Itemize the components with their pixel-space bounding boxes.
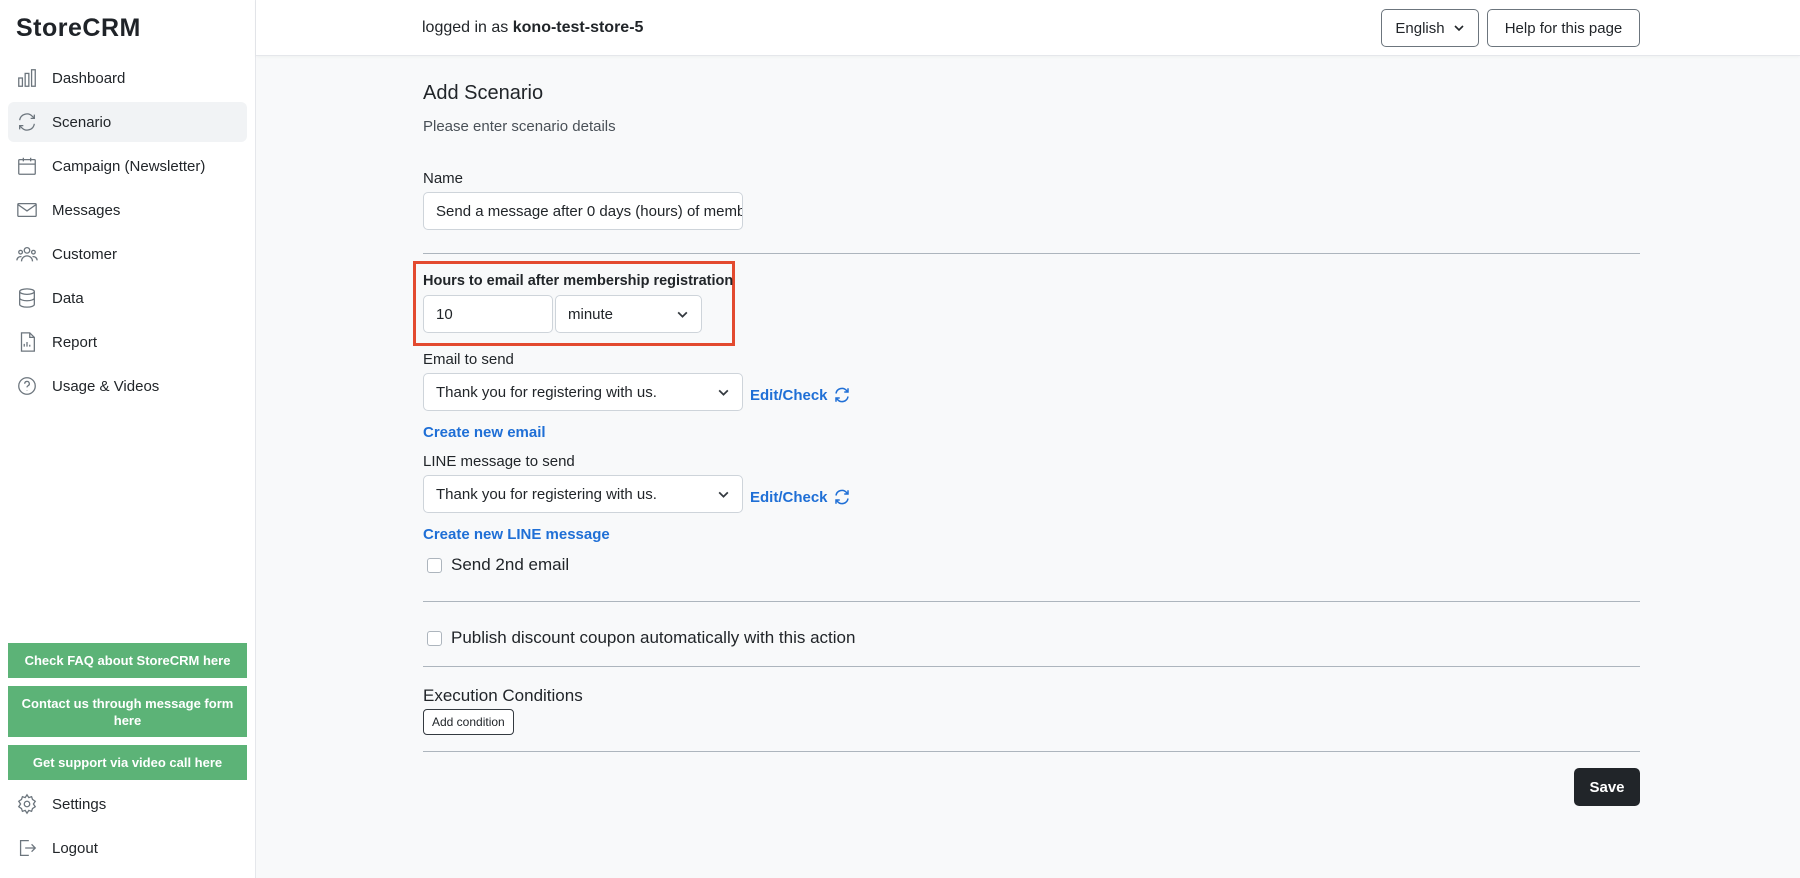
sidebar-item-scenario[interactable]: Scenario (8, 102, 247, 142)
sidebar-item-label: Campaign (Newsletter) (52, 157, 206, 175)
hours-input[interactable]: 10 (423, 295, 553, 333)
email-label: Email to send (423, 351, 514, 368)
logged-in-status: logged in as kono-test-store-5 (422, 19, 643, 37)
coupon-checkbox[interactable] (427, 631, 442, 646)
language-label: English (1395, 19, 1445, 37)
email-select[interactable]: Thank you for registering with us. (423, 373, 743, 411)
add-condition-button[interactable]: Add condition (423, 709, 514, 735)
question-circle-icon (16, 375, 38, 397)
sidebar-item-label: Scenario (52, 113, 112, 131)
username: kono-test-store-5 (512, 19, 644, 36)
sidebar-item-settings[interactable]: Settings (8, 784, 247, 824)
chevron-down-icon (677, 311, 688, 318)
divider (423, 253, 1640, 254)
database-icon (16, 287, 38, 309)
divider (423, 601, 1640, 602)
divider (423, 666, 1640, 667)
calendar-icon (16, 155, 38, 177)
sidebar-item-campaign[interactable]: Campaign (Newsletter) (8, 146, 247, 186)
sidebar-item-messages[interactable]: Messages (8, 190, 247, 230)
create-line-link[interactable]: Create new LINE message (423, 526, 610, 543)
logged-in-prefix: logged in as (422, 19, 509, 36)
sidebar-item-label: Logout (52, 839, 98, 857)
line-value: Thank you for registering with us. (436, 485, 657, 503)
divider (423, 751, 1640, 752)
email-edit-check-link[interactable]: Edit/Check (750, 387, 828, 404)
coupon-label: Publish discount coupon automatically wi… (451, 628, 856, 647)
people-icon (16, 243, 38, 265)
save-button[interactable]: Save (1574, 768, 1640, 806)
chevron-down-icon (718, 491, 729, 498)
chevron-down-icon (718, 389, 729, 396)
line-select[interactable]: Thank you for registering with us. (423, 475, 743, 513)
sidebar-item-label: Settings (52, 795, 107, 813)
line-label: LINE message to send (423, 453, 575, 470)
bar-chart-icon (16, 67, 38, 89)
sidebar-item-report[interactable]: Report (8, 322, 247, 362)
refresh-icon[interactable] (833, 488, 851, 506)
top-header: logged in as kono-test-store-5 English H… (256, 0, 1800, 56)
sync-icon (16, 111, 38, 133)
gear-icon (16, 793, 38, 815)
faq-button[interactable]: Check FAQ about StoreCRM here (8, 643, 247, 678)
create-email-link[interactable]: Create new email (423, 424, 546, 441)
sidebar-item-data[interactable]: Data (8, 278, 247, 318)
document-icon (16, 331, 38, 353)
logout-icon (16, 837, 38, 859)
page-title: Add Scenario (423, 82, 544, 104)
chevron-down-icon (1454, 25, 1464, 32)
unit-value: minute (568, 305, 614, 323)
sidebar-item-logout[interactable]: Logout (8, 828, 247, 868)
second-email-checkbox[interactable] (427, 558, 442, 573)
sidebar-item-label: Messages (52, 201, 121, 219)
name-input[interactable]: Send a message after 0 days (hours) of m… (423, 192, 743, 230)
unit-select[interactable]: minute (555, 295, 702, 333)
conditions-title: Execution Conditions (423, 686, 583, 705)
sidebar-item-customer[interactable]: Customer (8, 234, 247, 274)
page-subtitle: Please enter scenario details (423, 118, 616, 135)
sidebar-item-label: Usage & Videos (52, 377, 160, 395)
name-label: Name (423, 170, 464, 187)
sidebar-item-label: Dashboard (52, 69, 126, 87)
line-edit-check-link[interactable]: Edit/Check (750, 489, 828, 506)
refresh-icon[interactable] (833, 386, 851, 404)
help-page-button[interactable]: Help for this page (1487, 9, 1640, 47)
sidebar: StoreCRM Dashboard Scenario Campaign (Ne… (0, 0, 256, 878)
hours-label: Hours to email after membership registra… (423, 273, 734, 289)
video-call-button[interactable]: Get support via video call here (8, 745, 247, 780)
sidebar-item-label: Data (52, 289, 84, 307)
email-value: Thank you for registering with us. (436, 383, 657, 401)
sidebar-item-label: Report (52, 333, 98, 351)
envelope-icon (16, 199, 38, 221)
sidebar-item-usage-videos[interactable]: Usage & Videos (8, 366, 247, 406)
app-logo: StoreCRM (16, 14, 141, 42)
sidebar-item-label: Customer (52, 245, 118, 263)
contact-form-button[interactable]: Contact us through message form here (8, 686, 247, 737)
second-email-label: Send 2nd email (451, 555, 570, 574)
sidebar-item-dashboard[interactable]: Dashboard (8, 58, 247, 98)
language-select[interactable]: English (1381, 9, 1479, 47)
